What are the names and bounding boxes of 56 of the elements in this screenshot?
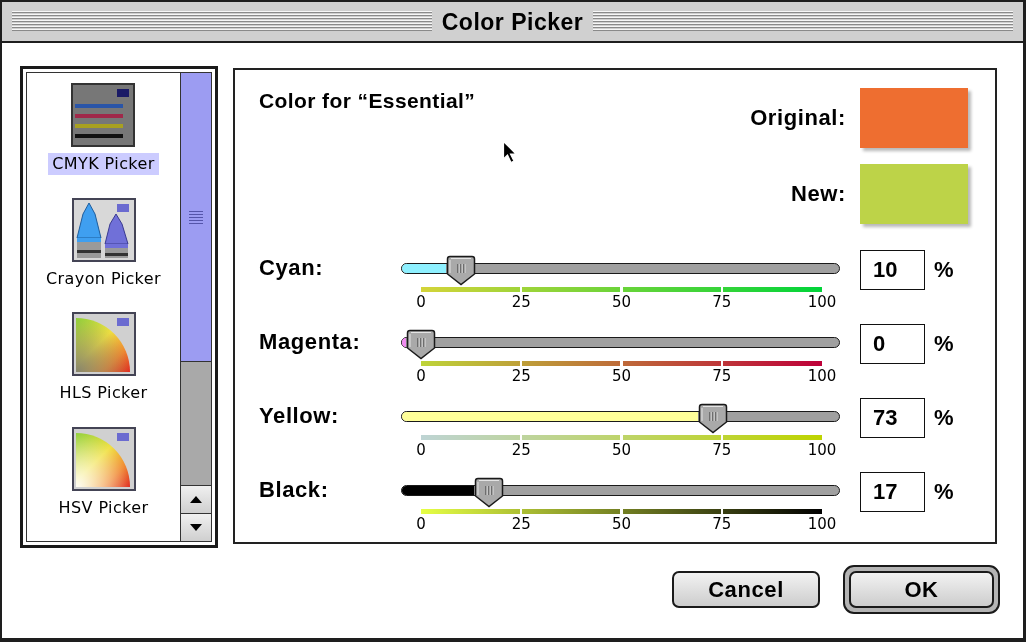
unit-label: % bbox=[934, 330, 954, 358]
scale-tick-label: 50 bbox=[611, 293, 632, 311]
scale-tick-label: 100 bbox=[807, 441, 837, 459]
unit-label: % bbox=[934, 404, 954, 432]
value-field[interactable]: 73 bbox=[860, 398, 925, 438]
picker-label[interactable]: HLS Picker bbox=[55, 382, 152, 404]
slider-label: Cyan: bbox=[259, 254, 325, 282]
dialog-button[interactable]: Cancel bbox=[672, 571, 820, 608]
swatch-label: New: bbox=[790, 181, 846, 207]
value-field[interactable]: 10 bbox=[860, 250, 925, 290]
crayons-icon[interactable] bbox=[71, 197, 136, 262]
scale-tick-label: 50 bbox=[611, 441, 632, 459]
scale-tick-label: 75 bbox=[712, 293, 732, 311]
scroll-down-button[interactable] bbox=[181, 513, 211, 541]
scale-tick-label: 25 bbox=[511, 515, 531, 533]
scrollbar-thumb[interactable] bbox=[181, 73, 211, 362]
scale-tick-label: 0 bbox=[416, 293, 426, 311]
scale-tick-label: 50 bbox=[611, 515, 632, 533]
scale-tick-label: 25 bbox=[511, 441, 531, 459]
unit-label: % bbox=[934, 256, 954, 284]
scale-tick-label: 100 bbox=[807, 367, 837, 385]
swatch-label: Original: bbox=[750, 105, 846, 131]
color-quadrant-icon[interactable] bbox=[71, 312, 136, 376]
scale-tick-label: 0 bbox=[416, 441, 426, 459]
mouse-pointer-icon bbox=[502, 140, 518, 164]
scale-tick-label: 75 bbox=[712, 367, 732, 385]
scale-tick-label: 25 bbox=[511, 293, 531, 311]
up-arrow-icon bbox=[190, 496, 202, 503]
scale-tick-label: 75 bbox=[712, 441, 732, 459]
value-field[interactable]: 0 bbox=[860, 324, 925, 364]
scale-tick-label: 0 bbox=[416, 367, 426, 385]
picker-label[interactable]: CMYK Picker bbox=[48, 153, 159, 175]
scale-tick-label: 100 bbox=[807, 515, 837, 533]
value-field[interactable]: 17 bbox=[860, 472, 925, 512]
slider-thumb[interactable] bbox=[698, 402, 729, 434]
scroll-up-button[interactable] bbox=[181, 485, 211, 513]
scale-tick-label: 75 bbox=[712, 515, 732, 533]
default-button[interactable]: OK bbox=[843, 565, 1000, 614]
scale-tick-label: 50 bbox=[611, 367, 632, 385]
picker-label[interactable]: HSV Picker bbox=[54, 496, 153, 519]
window-title: Color Picker bbox=[431, 9, 594, 34]
down-arrow-icon bbox=[190, 524, 202, 531]
picker-label[interactable]: Crayon Picker bbox=[42, 267, 165, 290]
scale-tick-label: 25 bbox=[511, 367, 531, 385]
unit-label: % bbox=[934, 478, 954, 506]
scale-tick-label: 0 bbox=[416, 515, 426, 533]
slider-thumb[interactable] bbox=[445, 254, 476, 286]
color-quadrant-icon[interactable] bbox=[71, 426, 136, 491]
slider-label: Magenta: bbox=[259, 328, 362, 356]
slider-thumb[interactable] bbox=[405, 328, 436, 360]
slider-thumb[interactable] bbox=[473, 476, 504, 508]
scale-tick-label: 100 bbox=[807, 293, 837, 311]
heading: Color for “Essential” bbox=[259, 88, 476, 114]
slider-label: Black: bbox=[259, 476, 330, 504]
color-stripes-icon[interactable] bbox=[71, 83, 136, 147]
slider-label: Yellow: bbox=[259, 402, 340, 430]
